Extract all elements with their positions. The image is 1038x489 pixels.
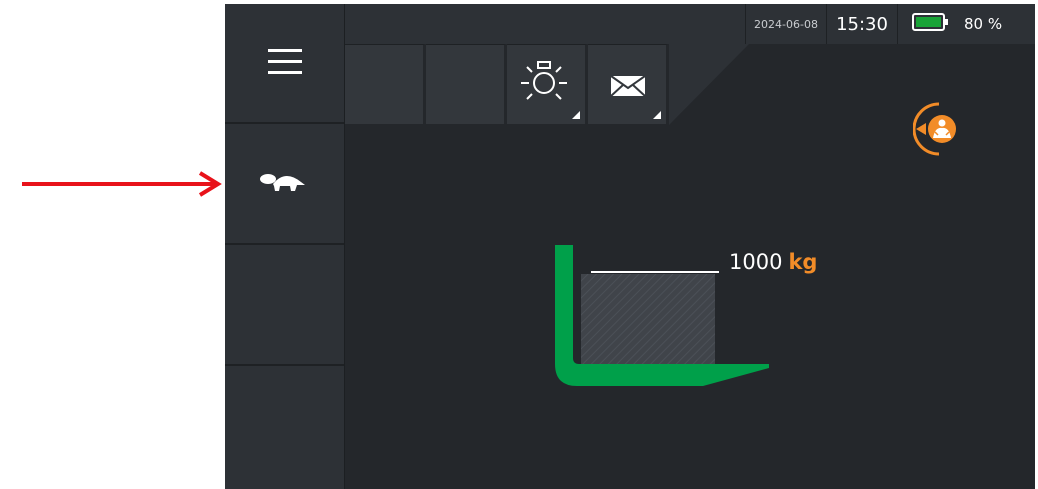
battery-percent: 80 %	[964, 15, 1003, 33]
annotation-arrow	[20, 170, 230, 204]
submenu-indicator-icon	[572, 111, 580, 119]
sidebar-slot-4[interactable]	[225, 367, 344, 487]
load-weight-unit: kg	[788, 250, 818, 274]
turtle-icon	[259, 171, 311, 197]
work-light-icon	[519, 59, 569, 109]
sidebar-slot-3[interactable]	[225, 246, 344, 366]
slow-mode-button[interactable]	[225, 125, 344, 245]
menu-button[interactable]	[225, 4, 344, 124]
submenu-indicator-icon	[653, 111, 661, 119]
toolbar-diagonal-edge	[669, 44, 749, 125]
operator-presence-icon	[912, 98, 963, 164]
load-box	[581, 274, 715, 364]
work-light-button[interactable]	[507, 44, 587, 124]
sidebar	[225, 4, 345, 489]
hamburger-menu-icon	[267, 47, 302, 79]
toolbar-slot-2[interactable]	[426, 44, 506, 124]
date-display: 2024-06-08	[745, 4, 826, 44]
battery-status: 80 %	[897, 4, 1035, 44]
status-bar: 2024-06-08 15:30 80 %	[345, 4, 1035, 44]
load-weight-value: 1000	[729, 250, 783, 274]
toolbar-slot-1[interactable]	[345, 44, 425, 124]
battery-icon	[912, 13, 950, 35]
device-screen: 2024-06-08 15:30 80 % 1000 kg	[225, 4, 1035, 489]
messages-button[interactable]	[588, 44, 668, 124]
load-weight-readout: 1000 kg	[729, 250, 817, 274]
time-display: 15:30	[826, 4, 897, 44]
envelope-icon	[610, 75, 646, 101]
